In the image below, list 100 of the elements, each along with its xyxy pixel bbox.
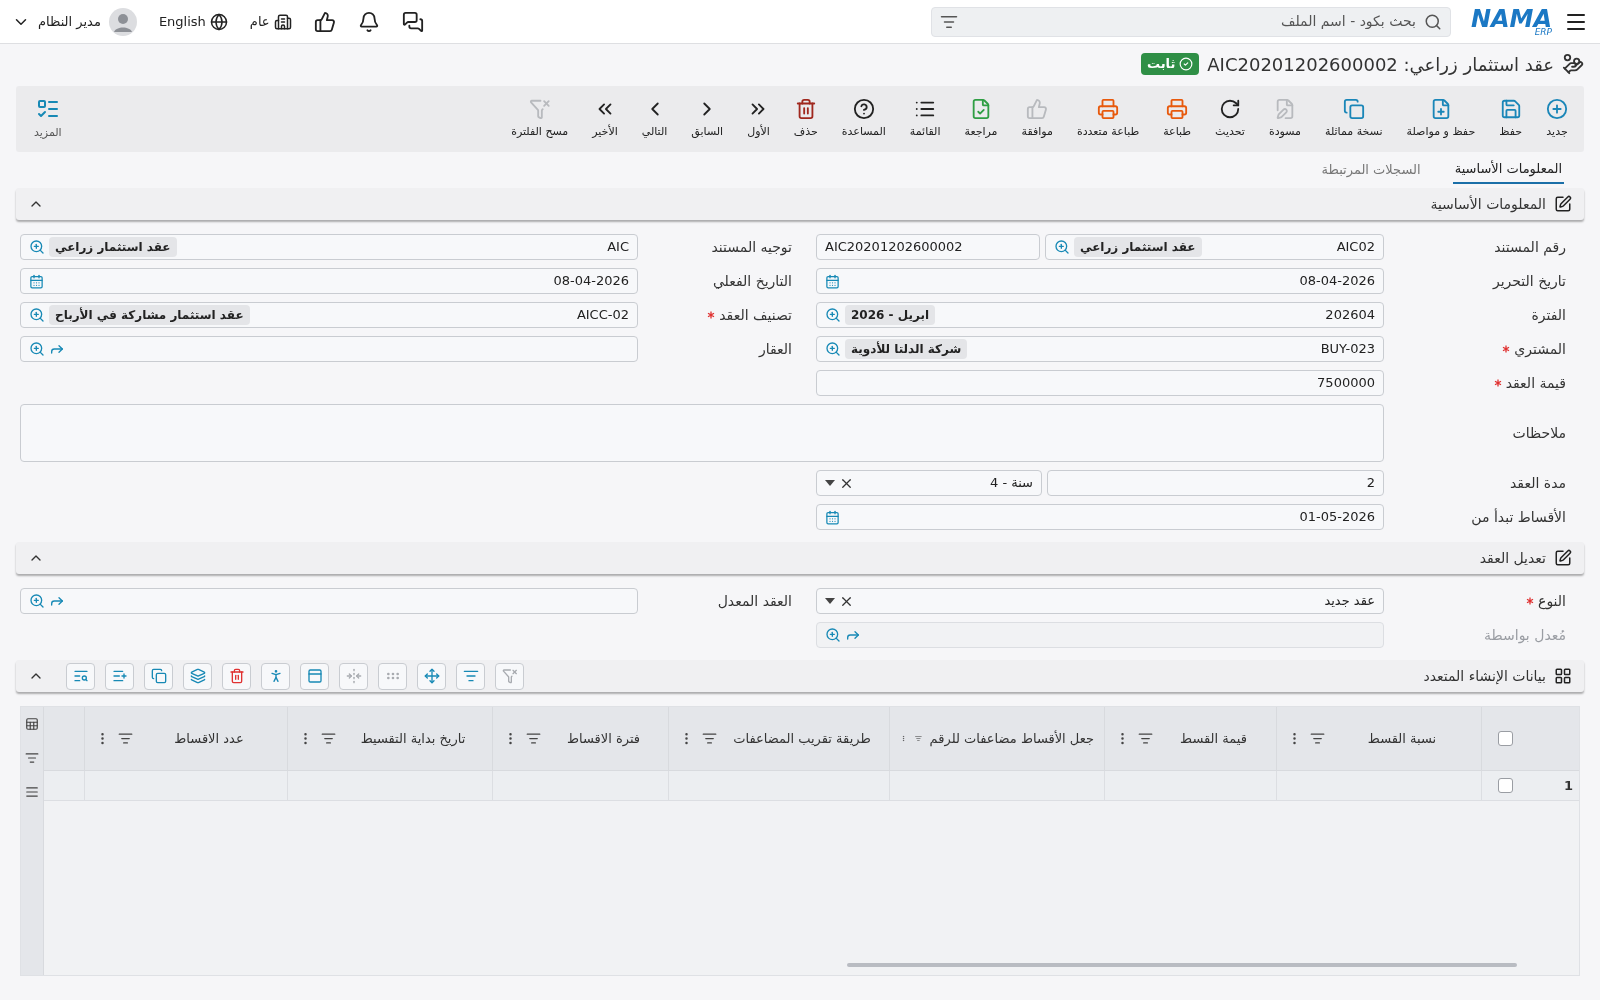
filter-icon[interactable] xyxy=(702,731,717,746)
calendar-icon[interactable] xyxy=(29,273,44,289)
search-plus-icon[interactable] xyxy=(825,307,841,323)
calendar-icon[interactable] xyxy=(825,509,840,525)
bell-icon[interactable] xyxy=(357,10,380,33)
avatar-icon[interactable] xyxy=(108,7,137,36)
branch-link[interactable]: عام xyxy=(249,11,270,32)
toolbar-button[interactable]: حفظ و مواصلة xyxy=(1394,93,1488,145)
thumbs-up-icon xyxy=(1026,97,1049,120)
building-icon[interactable] xyxy=(273,12,292,31)
date-field[interactable]: 08-04-2026 xyxy=(816,268,1384,294)
select-field[interactable]: عقد جديد xyxy=(816,588,1384,614)
grid-tool-button[interactable] xyxy=(66,662,95,690)
grid-tool-button[interactable] xyxy=(261,662,290,690)
field-label: رقم المستند xyxy=(1494,237,1566,258)
column-header[interactable]: نسبة القسط xyxy=(1333,728,1471,749)
toolbar-button[interactable]: حذف xyxy=(781,93,830,145)
search-plus-icon[interactable] xyxy=(29,341,45,357)
text-field[interactable]: 7500000 xyxy=(816,370,1384,396)
number-field[interactable]: 2 xyxy=(1047,470,1384,496)
grid-tool-button[interactable] xyxy=(222,662,251,690)
grid-tool-button[interactable] xyxy=(456,662,485,690)
tab[interactable]: السجلات المرتبطة xyxy=(1319,156,1423,184)
search-plus-icon[interactable] xyxy=(1054,239,1070,255)
layers-icon xyxy=(189,668,206,684)
column-header[interactable]: عدد الاقساط xyxy=(141,728,277,749)
date-field[interactable]: 08-04-2026 xyxy=(20,268,638,294)
notes-field[interactable] xyxy=(20,404,1384,462)
section-title: المعلومات الأساسية xyxy=(1430,194,1546,215)
lookup-field[interactable] xyxy=(20,336,638,362)
filter-icon[interactable] xyxy=(321,731,336,746)
text-field[interactable]: AIC20201202600002 xyxy=(816,234,1040,260)
fit-columns-icon xyxy=(345,668,362,684)
filter-icon[interactable] xyxy=(25,751,39,765)
column-header[interactable]: قيمة القسط xyxy=(1161,728,1266,749)
section-title: بيانات الإنشاء المتعدد xyxy=(1423,666,1546,686)
filter-icon xyxy=(462,668,479,684)
search-plus-icon[interactable] xyxy=(825,341,841,357)
grid-icon xyxy=(1554,667,1572,685)
search-plus-icon[interactable] xyxy=(29,593,45,609)
language-link[interactable]: English xyxy=(158,11,206,32)
filter-icon[interactable] xyxy=(1310,731,1325,746)
checkbox[interactable] xyxy=(1498,731,1513,746)
more-button[interactable]: المزيد xyxy=(20,92,76,146)
calendar-icon[interactable] xyxy=(825,273,840,289)
grid-tool-button[interactable] xyxy=(417,662,446,690)
search-bar[interactable]: بحث بكود - اسم الملف xyxy=(930,6,1451,37)
filter-icon[interactable] xyxy=(526,731,541,746)
column-header[interactable]: طريقة تقريب المضاعفات xyxy=(725,728,879,749)
toolbar-button[interactable]: المساعدة xyxy=(829,93,898,145)
scrollbar[interactable] xyxy=(847,963,1517,967)
tab[interactable]: المعلومات الأساسية xyxy=(1452,156,1564,184)
select-field[interactable]: سنة - 4 xyxy=(816,470,1042,496)
edit-icon xyxy=(1554,549,1572,567)
grid-tool-button[interactable] xyxy=(105,662,134,690)
thumbs-up-icon[interactable] xyxy=(313,10,336,33)
field-label: النوع xyxy=(1538,591,1566,612)
globe-icon[interactable] xyxy=(209,12,228,31)
table-icon[interactable] xyxy=(25,717,39,731)
toolbar-button[interactable]: مراجعة xyxy=(952,93,1010,145)
field-label: تاريخ التحرير xyxy=(1492,271,1566,292)
row-number: 1 xyxy=(1562,776,1574,795)
caret-icon[interactable] xyxy=(825,598,835,604)
toolbar-button[interactable]: القائمة xyxy=(897,93,953,145)
help-icon xyxy=(852,97,875,120)
search-field[interactable]: بحث بكود - اسم الملف xyxy=(965,11,1416,32)
lookup-field[interactable] xyxy=(20,588,638,614)
toolbar-button[interactable]: نسخة مماثلة xyxy=(1313,93,1395,145)
toolbar-button[interactable]: حفظ xyxy=(1487,93,1534,145)
toolbar-button[interactable]: تحديث xyxy=(1203,93,1257,145)
grid-tool-button[interactable] xyxy=(300,662,329,690)
column-header[interactable]: تاريخ بداية التقسيط xyxy=(344,728,482,749)
date-field[interactable]: 01-05-2026 xyxy=(816,504,1384,530)
filter-icon[interactable] xyxy=(1138,731,1153,746)
toolbar-button[interactable]: جديد xyxy=(1534,93,1580,145)
column-header[interactable]: فترة الاقساط xyxy=(549,728,658,749)
search-plus-icon[interactable] xyxy=(29,239,45,255)
toolbar-button[interactable]: طباعة xyxy=(1151,93,1204,145)
field-label: مُعدل بواسطة xyxy=(1484,625,1566,646)
toolbar-button[interactable]: الأخير xyxy=(580,93,630,145)
checkbox[interactable] xyxy=(1498,778,1513,793)
toolbar-button[interactable]: التالي xyxy=(629,93,680,145)
grid-tool-button[interactable] xyxy=(144,662,173,690)
column-header[interactable]: جعل الأقساط مضاعفات للرقم xyxy=(929,728,1094,749)
grid-tool-button[interactable] xyxy=(183,662,212,690)
toolbar-button[interactable]: الأول xyxy=(735,93,782,145)
caret-icon[interactable] xyxy=(825,480,835,486)
filter-clear-icon xyxy=(501,668,518,684)
toolbar-button[interactable]: السابق xyxy=(679,93,736,145)
user-name[interactable]: مدير النظام xyxy=(38,11,101,32)
file-check-icon xyxy=(970,97,992,120)
toolbar-button[interactable]: طباعة متعددة xyxy=(1064,93,1152,145)
filter-icon[interactable] xyxy=(118,731,133,746)
required-icon xyxy=(1502,345,1511,353)
required-icon xyxy=(1526,597,1535,605)
messages-icon[interactable] xyxy=(401,10,424,33)
field-label: المشتري xyxy=(1514,339,1566,360)
search-icon[interactable] xyxy=(1423,12,1442,31)
search-plus-icon[interactable] xyxy=(29,307,45,323)
field-label: ملاحظات xyxy=(1512,423,1566,443)
